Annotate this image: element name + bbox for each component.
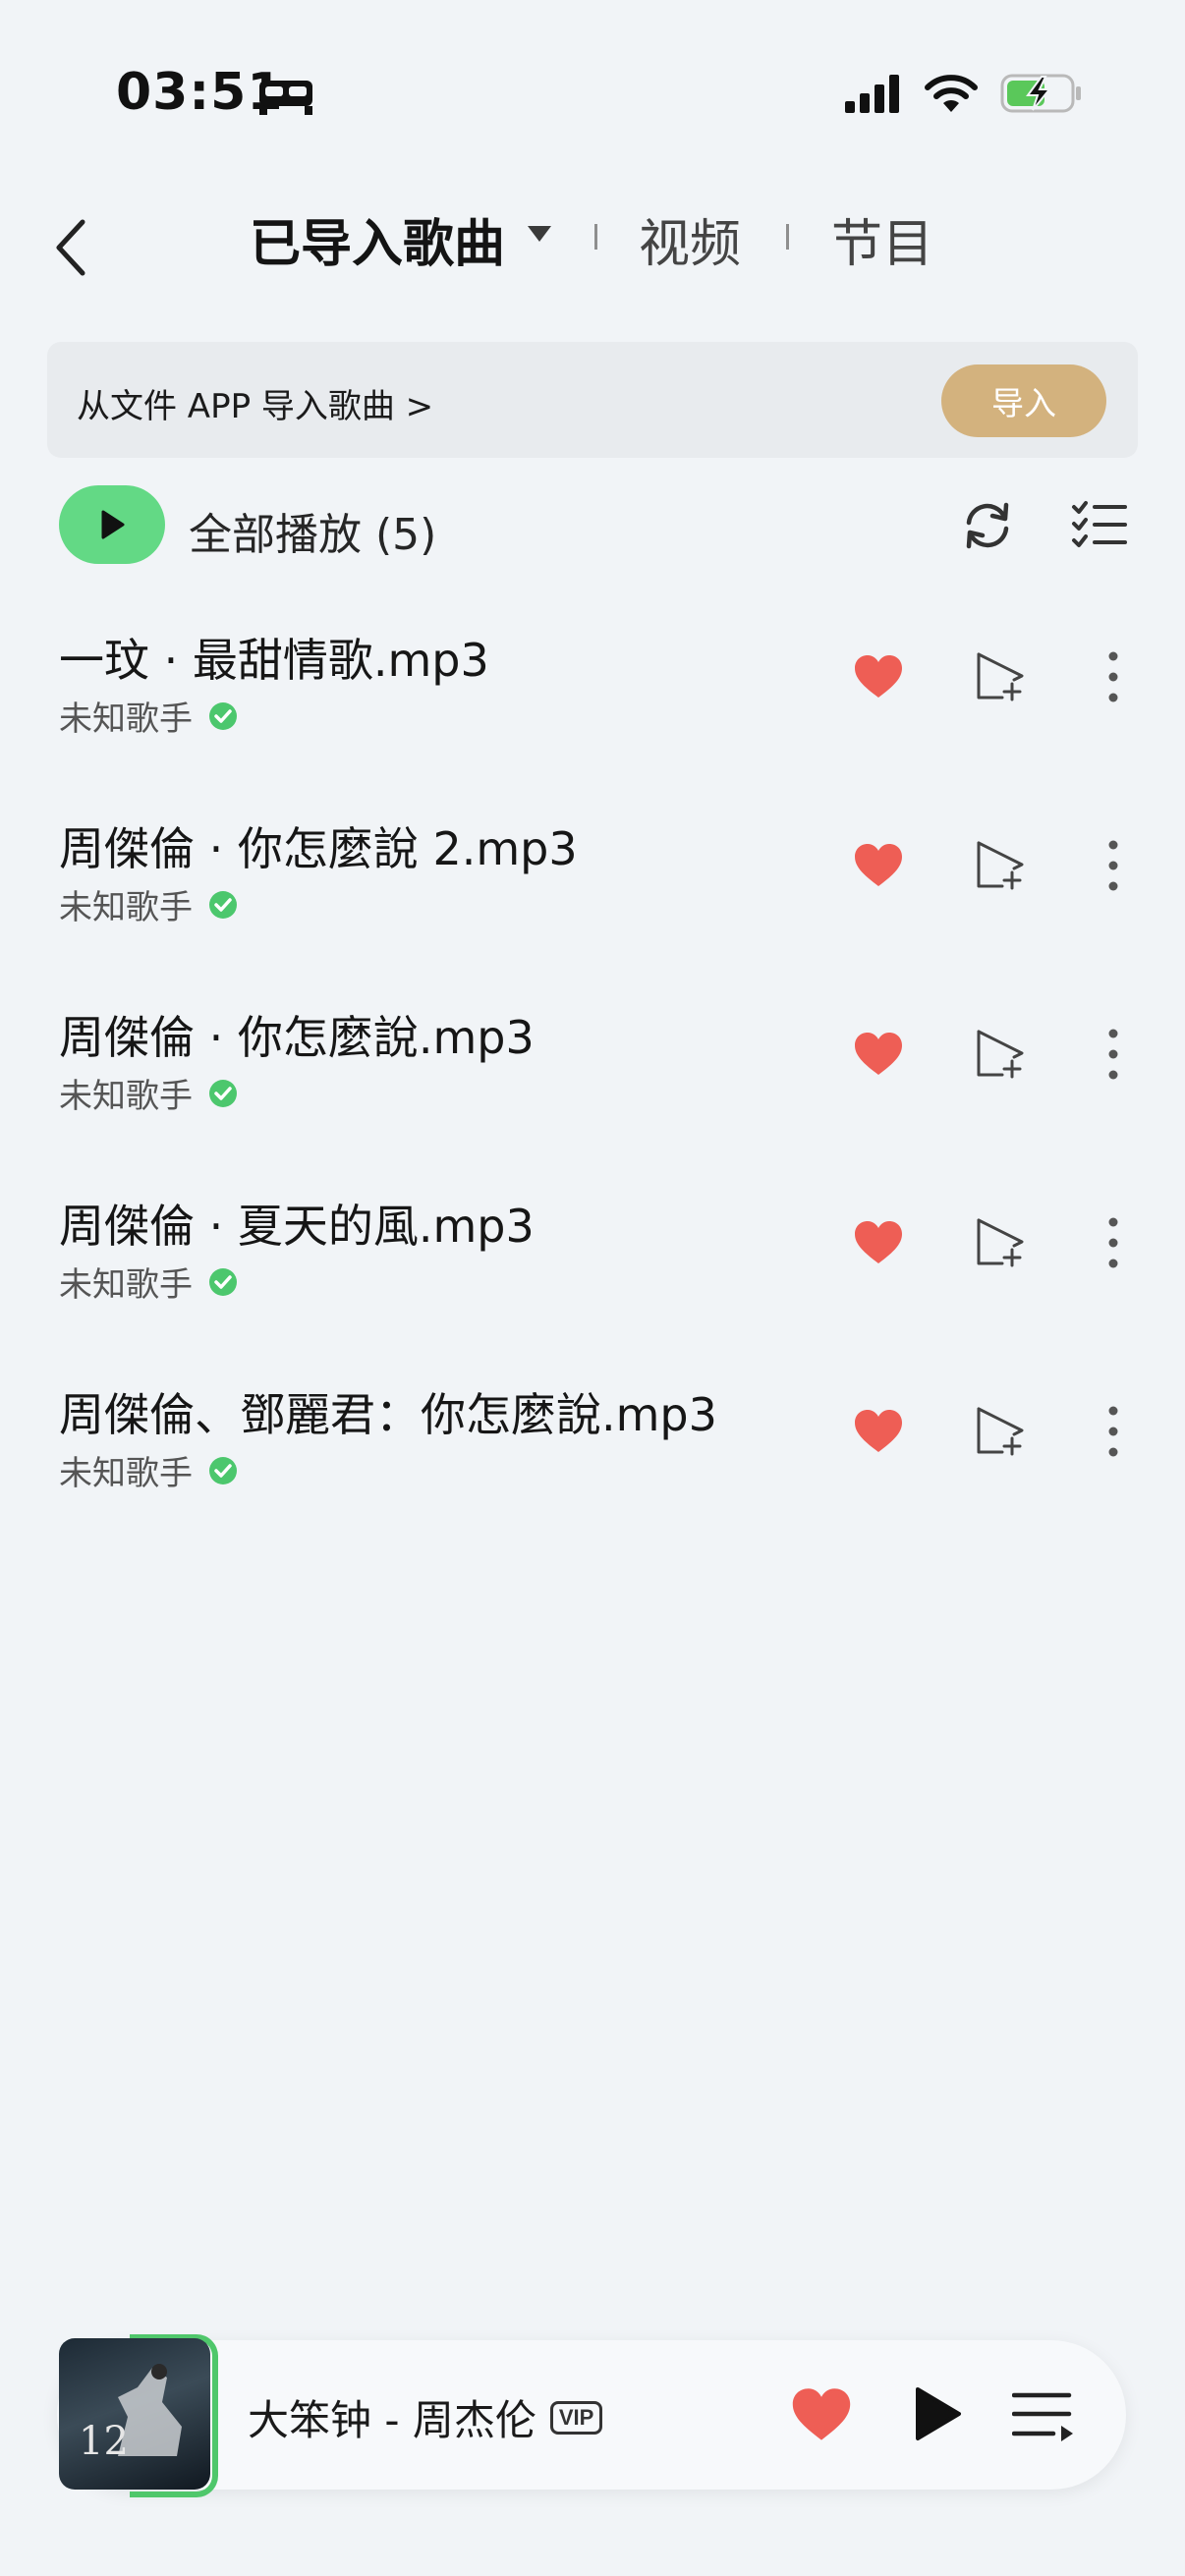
now-playing-text: 大笨钟 - 周杰伦 [248, 2396, 536, 2444]
add-to-playlist-icon[interactable] [975, 1405, 1028, 1456]
song-artist: 未知歌手 [59, 1454, 193, 1493]
album-cover-number: 12 [79, 2419, 129, 2464]
song-row[interactable]: 周傑倫 · 夏天的風.mp3 未知歌手 [0, 1191, 1185, 1368]
more-options-icon[interactable] [1100, 837, 1126, 894]
song-artist: 未知歌手 [59, 1077, 193, 1116]
more-options-icon[interactable] [1100, 1403, 1126, 1460]
verified-check-icon [209, 1456, 237, 1484]
more-options-icon[interactable] [1100, 1214, 1126, 1271]
import-button[interactable]: 导入 [941, 364, 1106, 437]
verified-check-icon [209, 1267, 237, 1296]
song-row[interactable]: 周傑倫 · 你怎麼說 2.mp3 未知歌手 [0, 813, 1185, 990]
song-title[interactable]: 周傑倫 · 你怎麼說.mp3 [59, 1002, 535, 1067]
song-subtitle: 未知歌手 [59, 880, 238, 928]
tab-divider [594, 224, 597, 250]
tab-video[interactable]: 视频 [639, 202, 741, 276]
add-to-playlist-icon[interactable] [975, 839, 1028, 890]
song-subtitle: 未知歌手 [59, 692, 238, 740]
multi-select-list-icon[interactable] [1071, 499, 1128, 552]
play-icon [101, 510, 125, 539]
song-artist: 未知歌手 [59, 888, 193, 927]
song-row[interactable]: 周傑倫 · 你怎麼說.mp3 未知歌手 [0, 1002, 1185, 1179]
import-from-files-link[interactable]: 从文件 APP 导入歌曲 > [77, 379, 433, 427]
dropdown-triangle-icon[interactable] [525, 224, 554, 244]
heart-icon[interactable] [853, 1409, 904, 1454]
verified-check-icon [209, 1079, 237, 1107]
song-subtitle: 未知歌手 [59, 1446, 238, 1494]
song-subtitle: 未知歌手 [59, 1069, 238, 1117]
song-title[interactable]: 周傑倫、鄧麗君：你怎麼說.mp3 [59, 1379, 717, 1444]
mini-player[interactable]: 12 大笨钟 - 周杰伦 VIP [57, 2334, 1126, 2497]
play-all-label[interactable]: 全部播放 (5) [189, 499, 436, 562]
song-artist: 未知歌手 [59, 700, 193, 739]
vip-badge: VIP [549, 2400, 603, 2435]
status-icons [845, 73, 1083, 114]
tab-imported-songs[interactable]: 已导入歌曲 [250, 202, 505, 276]
heart-icon[interactable] [853, 843, 904, 888]
more-options-icon[interactable] [1100, 648, 1126, 705]
verified-check-icon [209, 890, 237, 919]
song-row[interactable]: 周傑倫、鄧麗君：你怎麼說.mp3 未知歌手 [0, 1379, 1185, 1556]
mini-play-button[interactable] [912, 2385, 963, 2442]
battery-charging-icon [1000, 74, 1081, 113]
import-banner[interactable]: 从文件 APP 导入歌曲 > 导入 [47, 342, 1138, 458]
heart-icon[interactable] [853, 1220, 904, 1265]
song-row[interactable]: 一玟 · 最甜情歌.mp3 未知歌手 [0, 625, 1185, 802]
heart-icon[interactable] [853, 1032, 904, 1077]
sleep-bed-icon [259, 81, 312, 115]
song-title[interactable]: 周傑倫 · 你怎麼說 2.mp3 [59, 813, 578, 878]
more-options-icon[interactable] [1100, 1026, 1126, 1083]
song-artist: 未知歌手 [59, 1265, 193, 1305]
mini-heart-icon[interactable] [790, 2387, 853, 2442]
song-subtitle: 未知歌手 [59, 1258, 238, 1306]
add-to-playlist-icon[interactable] [975, 1028, 1028, 1079]
now-playing-title[interactable]: 大笨钟 - 周杰伦 VIP [248, 2387, 603, 2447]
song-title[interactable]: 一玟 · 最甜情歌.mp3 [59, 625, 489, 690]
heart-icon[interactable] [853, 654, 904, 700]
tab-programs[interactable]: 节目 [831, 202, 933, 276]
add-to-playlist-icon[interactable] [975, 650, 1028, 701]
add-to-playlist-icon[interactable] [975, 1216, 1028, 1267]
tab-divider [786, 224, 789, 250]
wifi-icon [925, 75, 978, 112]
play-all-button[interactable] [59, 485, 165, 564]
cellular-signal-icon [845, 75, 899, 113]
song-title[interactable]: 周傑倫 · 夏天的風.mp3 [59, 1191, 535, 1256]
verified-check-icon [209, 701, 237, 730]
album-cover[interactable]: 12 [59, 2338, 210, 2490]
playlist-queue-icon[interactable] [1012, 2389, 1075, 2442]
header-tabs: 已导入歌曲 视频 节目 [0, 196, 1185, 275]
refresh-icon[interactable] [959, 497, 1016, 554]
